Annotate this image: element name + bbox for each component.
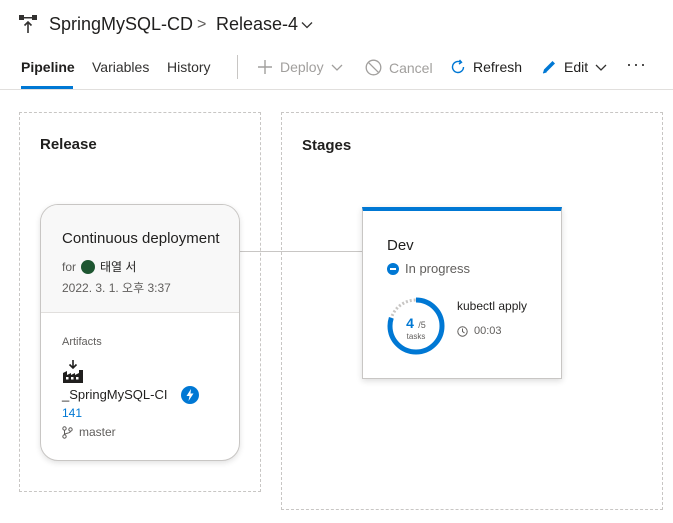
refresh-icon <box>451 59 465 74</box>
toolbar-divider <box>237 55 238 79</box>
elapsed-time: 00:03 <box>474 325 502 337</box>
edit-button[interactable]: Edit <box>541 59 607 75</box>
release-date: 2022. 3. 1. 오후 3:37 <box>62 281 171 295</box>
release-card[interactable]: Continuous deployment for 태열 서 2022. 3. … <box>40 204 240 461</box>
deploy-button[interactable]: Deploy <box>257 59 343 75</box>
chevron-down-icon <box>595 64 607 71</box>
refresh-label: Refresh <box>473 59 523 75</box>
stages-panel-title: Stages <box>302 137 352 154</box>
pipeline-release-icon <box>19 15 37 33</box>
current-task-name: kubectl apply <box>457 299 528 313</box>
stage-status-text: In progress <box>405 261 471 276</box>
release-stage-connector <box>239 251 362 252</box>
cancel-icon <box>365 59 382 76</box>
artifacts-label: Artifacts <box>62 336 102 348</box>
stage-name: Dev <box>387 237 414 254</box>
tab-pipeline[interactable]: Pipeline <box>21 59 75 75</box>
chevron-down-icon[interactable] <box>300 18 314 32</box>
release-panel-title: Release <box>40 136 97 153</box>
stage-status: In progress <box>387 261 470 276</box>
trigger-type: Continuous deployment <box>62 230 220 247</box>
branch-name: master <box>79 425 116 439</box>
user-name: 태열 서 <box>100 260 137 274</box>
continuous-deployment-trigger-icon[interactable] <box>181 386 199 404</box>
tab-history[interactable]: History <box>167 59 211 75</box>
pencil-icon <box>542 61 555 74</box>
tab-variables[interactable]: Variables <box>92 59 149 75</box>
in-progress-icon <box>387 262 399 275</box>
cancel-button[interactable]: Cancel <box>365 59 433 76</box>
build-artifact-icon <box>63 360 83 383</box>
breadcrumb-project[interactable]: SpringMySQL-CD <box>49 14 193 35</box>
plus-icon <box>258 60 272 74</box>
edit-label: Edit <box>564 59 589 75</box>
branch-info: master <box>62 425 116 439</box>
toolbar: Pipeline Variables History Deploy Cancel… <box>0 48 673 90</box>
breadcrumb-release[interactable]: Release-4 <box>216 14 298 35</box>
header: SpringMySQL-CD > Release-4 <box>0 0 673 48</box>
release-trigger-section: Continuous deployment for 태열 서 2022. 3. … <box>41 205 239 313</box>
build-number-link[interactable]: 141 <box>62 406 82 420</box>
avatar <box>81 259 96 274</box>
chevron-down-icon <box>331 64 343 71</box>
branch-icon <box>62 425 73 439</box>
tasks-done: 4 <box>406 315 414 331</box>
tasks-label: tasks <box>407 332 426 341</box>
more-options-button[interactable]: ··· <box>626 54 647 75</box>
stage-card-dev[interactable]: Dev In progress 4 /5 tasks kubectl apply… <box>362 207 562 379</box>
artifact-name[interactable]: _SpringMySQL-CI <box>62 387 167 402</box>
refresh-button[interactable]: Refresh <box>450 59 522 75</box>
breadcrumb-separator: > <box>197 16 207 33</box>
for-label: for <box>62 259 77 274</box>
tasks-total: /5 <box>418 320 426 330</box>
task-progress-ring: 4 /5 tasks <box>387 297 445 355</box>
clock-icon <box>457 325 468 337</box>
deploy-label: Deploy <box>280 59 324 75</box>
cancel-label: Cancel <box>389 59 433 76</box>
requested-for: for 태열 서 <box>62 258 136 275</box>
lightning-icon <box>186 389 194 401</box>
active-tab-indicator <box>21 86 73 89</box>
task-elapsed: 00:03 <box>457 325 502 337</box>
